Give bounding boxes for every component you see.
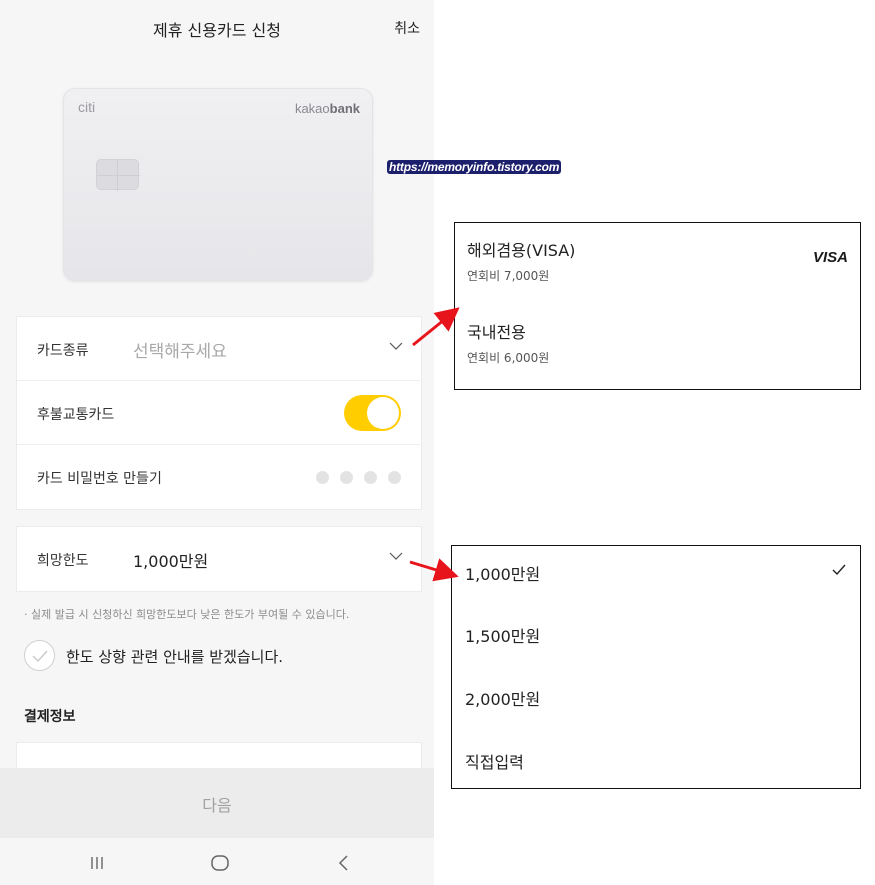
chevron-down-icon [389, 552, 403, 560]
check-icon [32, 650, 48, 663]
limit-panel: 희망한도 1,000만원 [16, 526, 422, 592]
limit-label: 희망한도 [37, 553, 89, 569]
card-pin-row[interactable]: 카드 비밀번호 만들기 [17, 445, 421, 509]
limit-notice-checkbox-label[interactable]: 한도 상향 관련 안내를 받겠습니다. [66, 646, 283, 667]
pin-dots [316, 471, 401, 484]
limit-notice-checkbox[interactable] [24, 640, 55, 671]
limit-notice: · 실제 발급 시 신청하신 희망한도보다 낮은 한도가 부여될 수 있습니다. [24, 608, 350, 621]
limit-option[interactable]: 직접입력 [465, 749, 524, 773]
option-fee: 연회비 6,000원 [467, 351, 550, 365]
card-chip-icon [96, 159, 140, 191]
next-button[interactable]: 다음 [0, 768, 434, 838]
kakaobank-logo: kakaobank [294, 101, 360, 116]
card-pin-label: 카드 비밀번호 만들기 [37, 471, 162, 487]
transit-card-toggle[interactable] [344, 395, 401, 431]
option-name: 해외겸용(VISA) [467, 241, 576, 260]
home-icon[interactable] [210, 853, 230, 873]
check-icon [832, 564, 846, 576]
transit-card-label: 후불교통카드 [37, 407, 115, 423]
limit-option[interactable]: 1,500만원 [465, 623, 540, 647]
option-fee: 연회비 7,000원 [467, 269, 550, 283]
option-name: 국내전용 [467, 323, 526, 342]
back-icon[interactable] [334, 853, 354, 873]
next-button-label: 다음 [202, 796, 232, 815]
limit-option[interactable]: 2,000만원 [465, 686, 540, 710]
watermark-url: https://memoryinfo.tistory.com [387, 160, 562, 174]
cancel-button[interactable]: 취소 [394, 18, 420, 38]
page-title: 제휴 신용카드 신청 [153, 21, 281, 40]
recent-apps-icon[interactable] [87, 853, 107, 873]
limit-options-popup: 1,000만원 1,500만원 2,000만원 직접입력 [451, 545, 861, 789]
phone-screen: 제휴 신용카드 신청 취소 citi kakaobank 카드종류 선택해주세요… [0, 0, 434, 885]
card-type-option[interactable]: 해외겸용(VISA) 연회비 7,000원 [467, 237, 575, 284]
card-type-options-popup: 해외겸용(VISA) 연회비 7,000원 VISA 국내전용 연회비 6,00… [454, 222, 861, 390]
credit-card-image: citi kakaobank [63, 88, 373, 281]
limit-value: 1,000만원 [133, 552, 209, 571]
card-options-panel: 카드종류 선택해주세요 후불교통카드 카드 비밀번호 만들기 [16, 316, 422, 510]
card-type-option[interactable]: 국내전용 연회비 6,000원 [467, 319, 549, 366]
android-nav-bar [0, 838, 434, 885]
toggle-knob [367, 397, 399, 429]
card-type-select[interactable]: 카드종류 선택해주세요 [17, 317, 421, 381]
transit-card-row: 후불교통카드 [17, 381, 421, 445]
limit-option[interactable]: 1,000만원 [465, 561, 540, 585]
visa-logo-icon: VISA [812, 249, 848, 266]
limit-select[interactable]: 희망한도 1,000만원 [17, 527, 421, 591]
card-type-placeholder: 선택해주세요 [133, 342, 227, 362]
card-type-label: 카드종류 [37, 343, 89, 359]
payment-section-title: 결제정보 [24, 709, 76, 725]
chevron-down-icon [389, 342, 403, 350]
citi-logo: citi [78, 99, 96, 115]
header: 제휴 신용카드 신청 취소 [0, 0, 434, 56]
